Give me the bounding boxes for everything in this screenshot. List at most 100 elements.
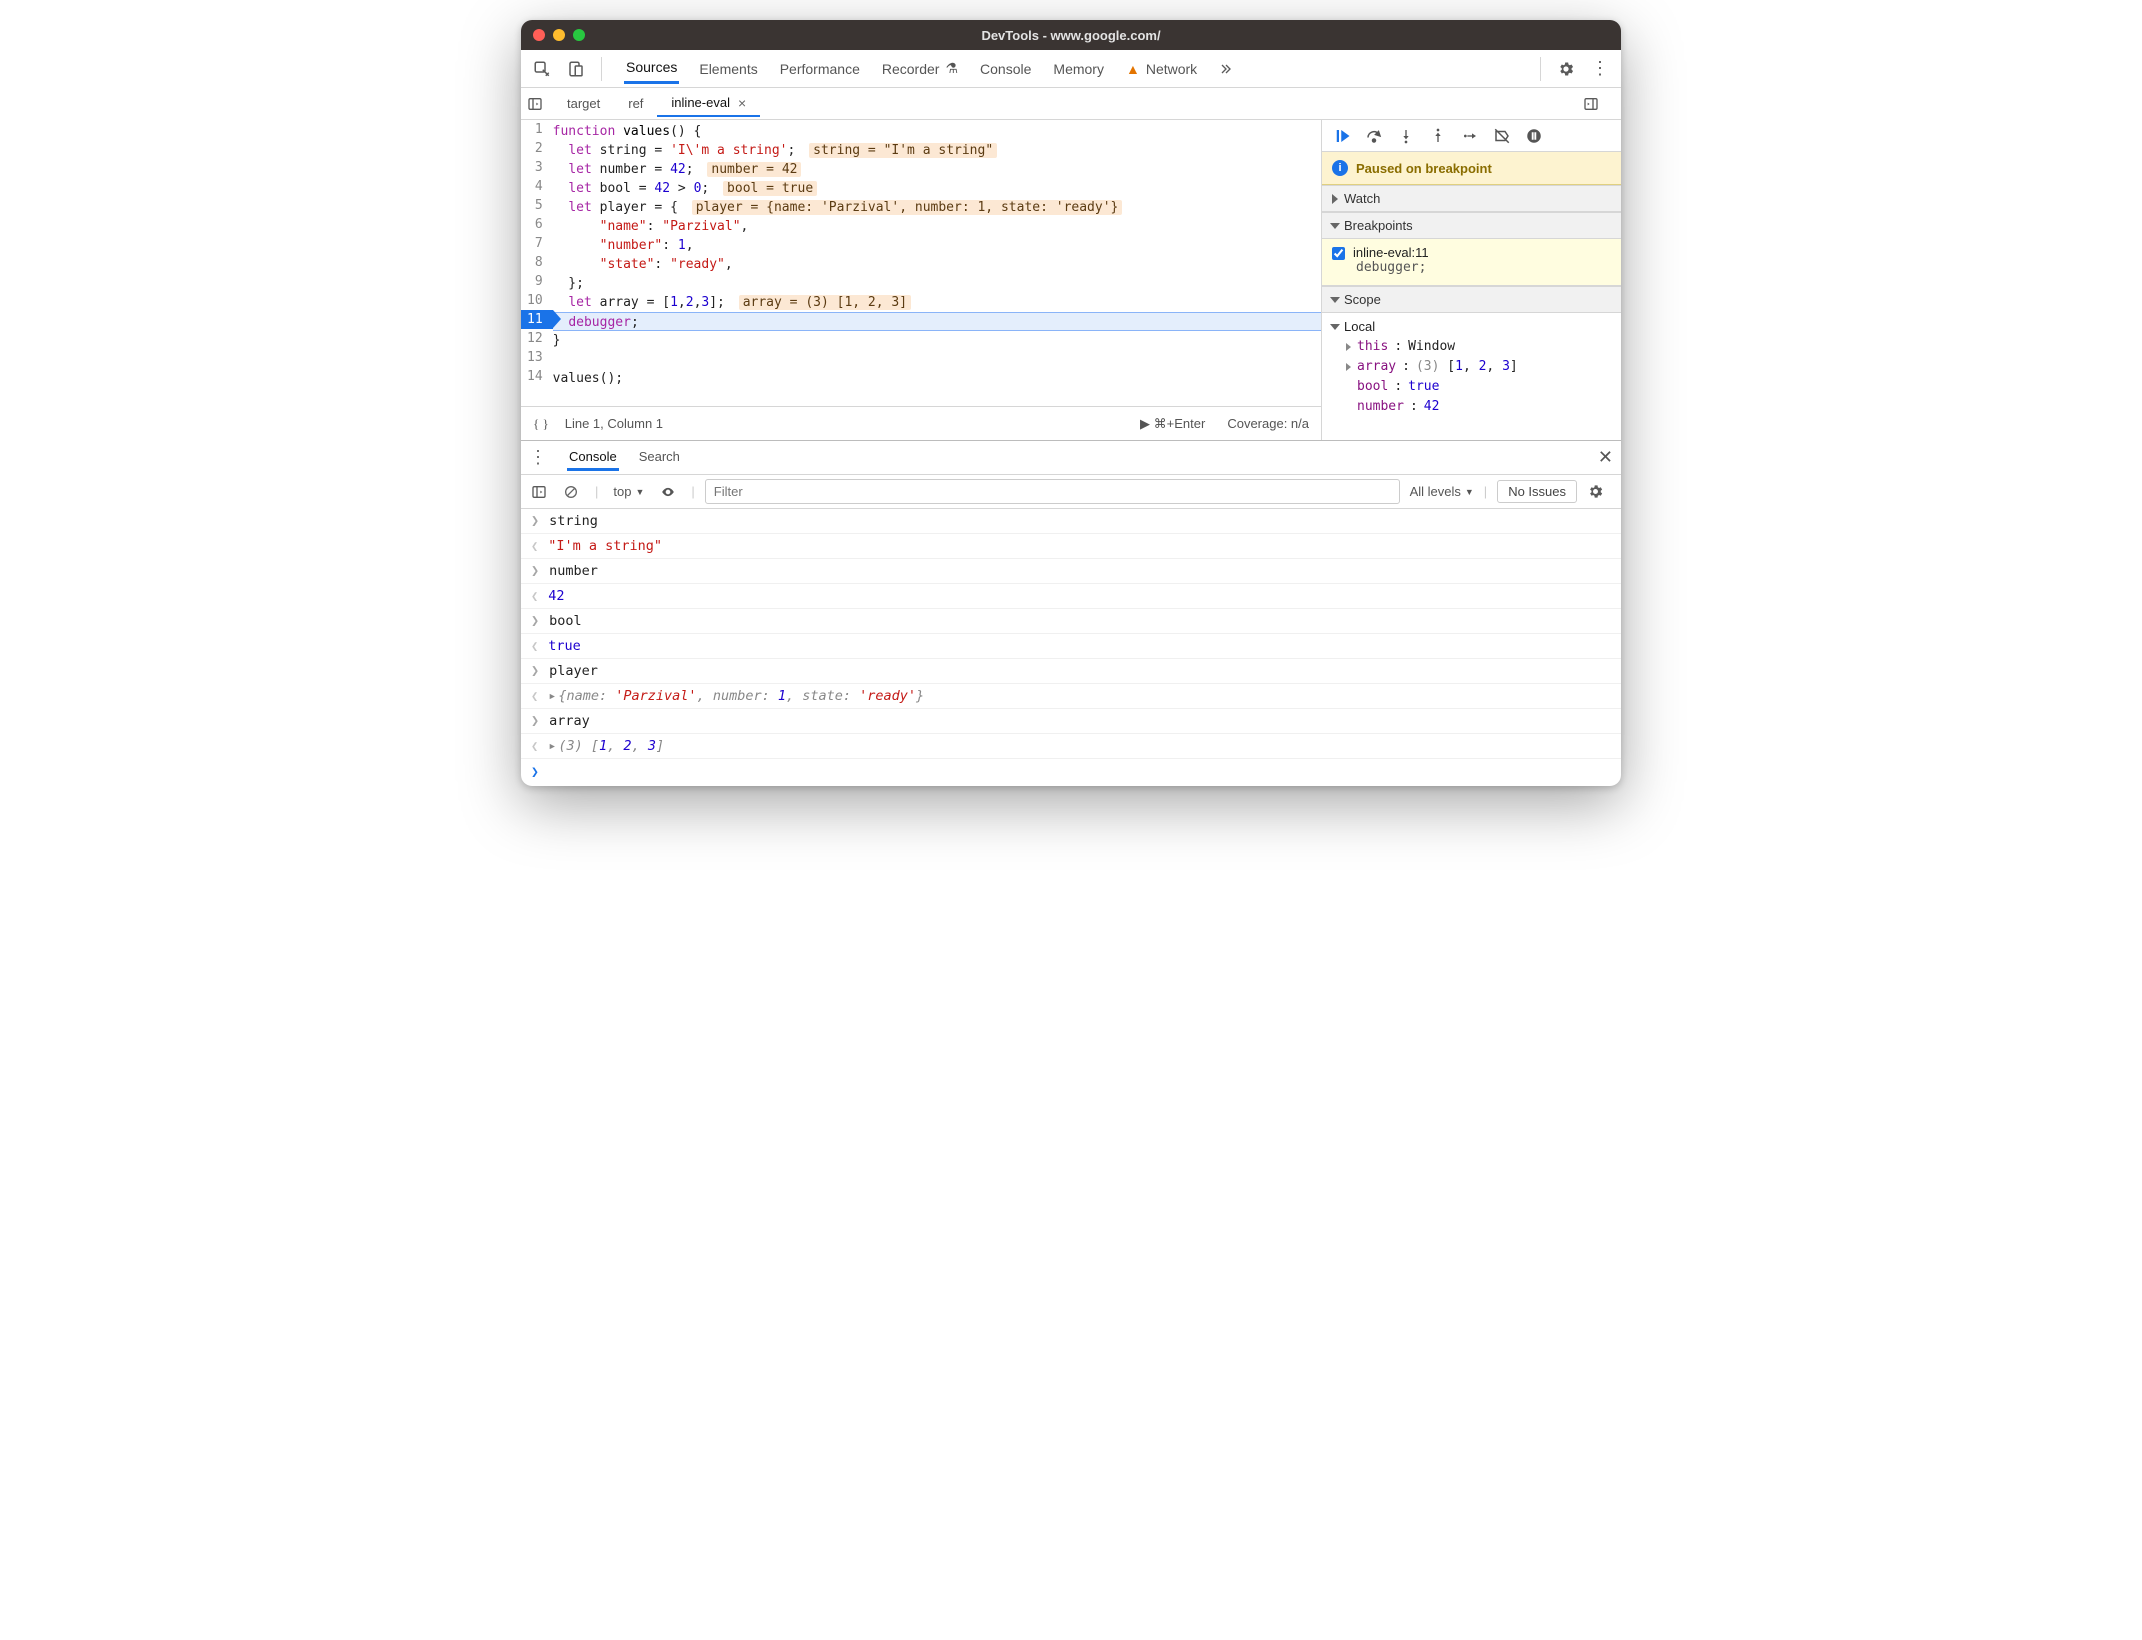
watch-section-header[interactable]: Watch <box>1322 185 1621 212</box>
pause-on-exceptions-icon[interactable] <box>1522 124 1546 148</box>
console-input-line: string <box>521 509 1621 534</box>
paused-text: Paused on breakpoint <box>1356 161 1492 176</box>
tab-recorder[interactable]: Recorder ⚗ <box>880 53 960 84</box>
source-tab-inline-eval[interactable]: inline-eval × <box>657 91 760 117</box>
step-into-icon[interactable] <box>1394 124 1418 148</box>
breakpoints-section-header[interactable]: Breakpoints <box>1322 212 1621 239</box>
scope-local-header[interactable]: Local <box>1332 317 1615 337</box>
line-number[interactable]: 10 <box>521 291 553 310</box>
resume-icon[interactable] <box>1330 124 1354 148</box>
scope-variable[interactable]: bool: true <box>1346 377 1615 397</box>
console-input-line: array <box>521 709 1621 734</box>
window-close-button[interactable] <box>533 29 545 41</box>
code-line[interactable]: debugger; <box>553 312 1321 331</box>
console-sidebar-icon[interactable] <box>531 484 553 500</box>
line-number[interactable]: 3 <box>521 158 553 177</box>
scope-section-header[interactable]: Scope <box>1322 286 1621 313</box>
step-out-icon[interactable] <box>1426 124 1450 148</box>
source-tab-ref[interactable]: ref <box>614 91 657 117</box>
context-selector[interactable]: top ▼ <box>608 481 649 502</box>
console-input-line: player <box>521 659 1621 684</box>
devtools-main-toolbar: Sources Elements Performance Recorder ⚗ Cons… <box>521 50 1621 88</box>
console-filter-input[interactable] <box>705 479 1400 504</box>
cursor-position: Line 1, Column 1 <box>565 416 663 431</box>
window-titlebar: DevTools - www.google.com/ <box>521 20 1621 50</box>
line-number[interactable]: 11 <box>521 310 553 329</box>
line-number[interactable]: 1 <box>521 120 553 139</box>
code-line[interactable]: let bool = 42 > 0; bool = true <box>553 179 1321 198</box>
inspect-element-icon[interactable] <box>527 54 557 84</box>
scope-variable[interactable]: number: 42 <box>1346 397 1615 417</box>
code-line[interactable]: function values() { <box>553 122 1321 141</box>
line-number[interactable]: 2 <box>521 139 553 158</box>
console-output-line: "I'm a string" <box>521 534 1621 559</box>
code-line[interactable]: let array = [1,2,3]; array = (3) [1, 2, … <box>553 293 1321 312</box>
code-line[interactable]: values(); <box>553 369 1321 388</box>
source-tabs: targetrefinline-eval × <box>521 88 1621 120</box>
live-expression-icon[interactable] <box>659 485 681 499</box>
console-prompt[interactable]: ❯ <box>521 759 1621 786</box>
line-number[interactable]: 12 <box>521 329 553 348</box>
line-number[interactable]: 9 <box>521 272 553 291</box>
pretty-print-icon[interactable]: { } <box>533 416 549 432</box>
code-line[interactable]: "name": "Parzival", <box>553 217 1321 236</box>
tab-network[interactable]: ▲Network <box>1124 53 1199 84</box>
line-number[interactable]: 5 <box>521 196 553 215</box>
debugger-sidebar: i Paused on breakpoint Watch Breakpoints… <box>1321 120 1621 440</box>
line-number[interactable]: 6 <box>521 215 553 234</box>
info-icon: i <box>1332 160 1348 176</box>
window-minimize-button[interactable] <box>553 29 565 41</box>
tab-elements[interactable]: Elements <box>697 53 759 84</box>
drawer-tab-console[interactable]: Console <box>567 445 619 471</box>
source-tab-target[interactable]: target <box>553 91 614 117</box>
scope-variable[interactable]: this: Window <box>1346 337 1615 357</box>
line-number[interactable]: 7 <box>521 234 553 253</box>
code-line[interactable]: let player = { player = {name: 'Parzival… <box>553 198 1321 217</box>
device-toolbar-icon[interactable] <box>561 54 591 84</box>
source-footer: { } Line 1, Column 1 ▶ ⌘+Enter Coverage:… <box>521 406 1321 440</box>
line-number[interactable]: 14 <box>521 367 553 386</box>
code-line[interactable]: }; <box>553 274 1321 293</box>
tab-memory[interactable]: Memory <box>1051 53 1106 84</box>
code-line[interactable]: "state": "ready", <box>553 255 1321 274</box>
run-snippet-button[interactable]: ▶ ⌘+Enter <box>1140 416 1205 432</box>
window-maximize-button[interactable] <box>573 29 585 41</box>
drawer-tab-search[interactable]: Search <box>637 445 682 471</box>
clear-console-icon[interactable] <box>563 484 585 500</box>
code-line[interactable]: } <box>553 331 1321 350</box>
show-navigator-icon[interactable] <box>527 96 553 112</box>
console-input-line: number <box>521 559 1621 584</box>
breakpoint-item[interactable]: inline-eval:11 <box>1332 245 1611 260</box>
tab-performance[interactable]: Performance <box>778 53 862 84</box>
code-line[interactable]: let string = 'I\'m a string'; string = "… <box>553 141 1321 160</box>
drawer-menu-icon[interactable]: ⋮ <box>529 447 549 468</box>
console-output-line: 42 <box>521 584 1621 609</box>
log-levels-selector[interactable]: All levels ▼ <box>1410 484 1474 499</box>
code-line[interactable]: "number": 1, <box>553 236 1321 255</box>
issues-button[interactable]: No Issues <box>1497 480 1577 503</box>
console-output-line: ▸{name: 'Parzival', number: 1, state: 'r… <box>521 684 1621 709</box>
tab-console[interactable]: Console <box>978 53 1033 84</box>
line-number[interactable]: 4 <box>521 177 553 196</box>
coverage-label: Coverage: n/a <box>1227 416 1309 431</box>
kebab-menu-icon[interactable]: ⋮ <box>1585 54 1615 84</box>
step-icon[interactable] <box>1458 124 1482 148</box>
close-tab-icon[interactable]: × <box>738 95 746 111</box>
show-debugger-icon[interactable] <box>1583 96 1609 112</box>
step-over-icon[interactable] <box>1362 124 1386 148</box>
deactivate-breakpoints-icon[interactable] <box>1490 124 1514 148</box>
code-line[interactable] <box>553 350 1321 369</box>
settings-icon[interactable] <box>1551 54 1581 84</box>
line-number[interactable]: 8 <box>521 253 553 272</box>
console-input-line: bool <box>521 609 1621 634</box>
more-tabs-icon[interactable] <box>1209 54 1239 84</box>
line-number[interactable]: 13 <box>521 348 553 367</box>
tab-sources[interactable]: Sources <box>624 53 679 84</box>
breakpoint-checkbox[interactable] <box>1332 247 1345 260</box>
console-output-line: ▸(3) [1, 2, 3] <box>521 734 1621 759</box>
code-line[interactable]: let number = 42; number = 42 <box>553 160 1321 179</box>
close-drawer-icon[interactable]: ✕ <box>1598 447 1613 468</box>
console-settings-icon[interactable] <box>1587 483 1611 500</box>
scope-variable[interactable]: array: (3) [1, 2, 3] <box>1346 357 1615 377</box>
paused-banner: i Paused on breakpoint <box>1322 152 1621 185</box>
